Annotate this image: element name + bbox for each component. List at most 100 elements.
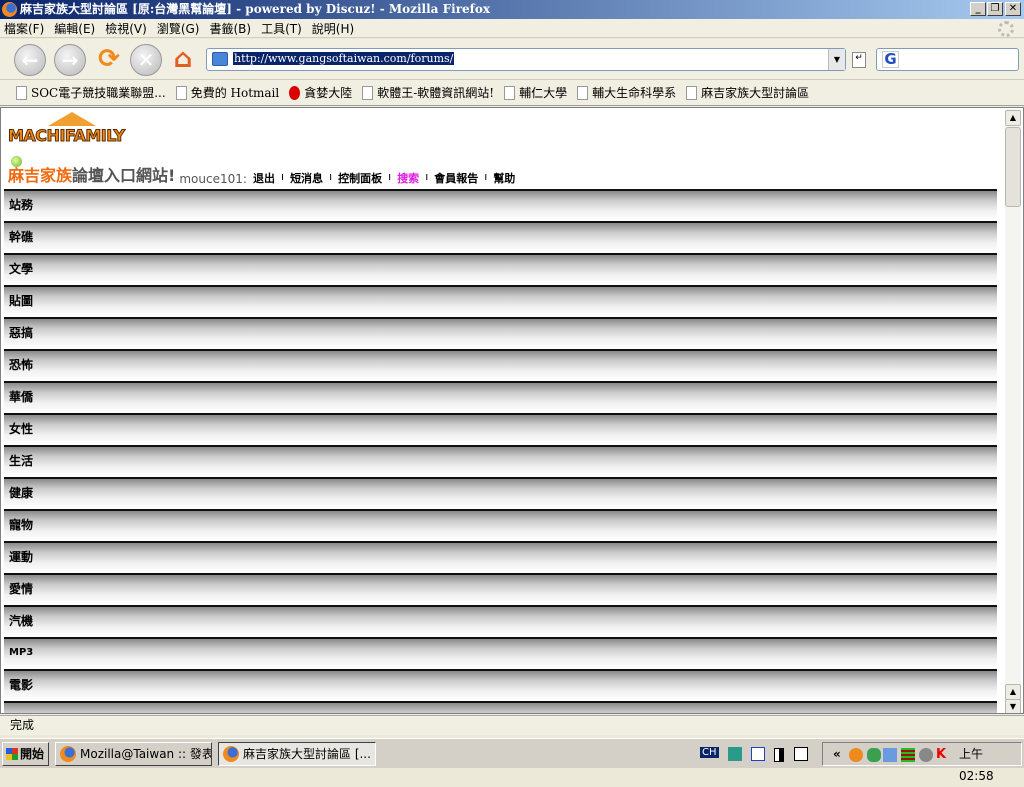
search-input[interactable]: G — [876, 48, 1019, 71]
bookmark-item[interactable]: 輔仁大學 — [504, 84, 567, 101]
go-button[interactable]: ↵ — [852, 52, 866, 68]
logout-link[interactable]: 退出 — [253, 170, 275, 186]
vertical-scrollbar[interactable]: ▲ ▲ ▼ — [1005, 109, 1021, 713]
category-row[interactable]: 生活 — [4, 445, 997, 477]
category-row[interactable]: 健康 — [4, 477, 997, 509]
bookmark-item[interactable]: 免費的 Hotmail — [175, 84, 279, 101]
google-search-icon[interactable]: G — [882, 51, 899, 68]
window-title: 麻吉家族大型討論區 [原:台灣黑幫論壇] - powered by Discuz… — [20, 2, 490, 16]
firefox-icon — [2, 2, 17, 17]
user-links: 退出 ı 短消息 ı 控制面板 ı 搜索 ı 會員報告 ı 幫助 — [253, 170, 516, 186]
logo-text: MACHIFAMILY — [8, 126, 126, 146]
menu-edit[interactable]: 編輯(E) — [54, 20, 95, 37]
url-bar[interactable]: http://www.gangsoftaiwan.com/forums/ ▼ — [206, 48, 846, 71]
ime-width-icon[interactable] — [774, 748, 784, 762]
menu-bookmarks[interactable]: 書籤(B) — [209, 20, 251, 37]
back-button[interactable]: ← — [14, 44, 46, 76]
stop-button[interactable]: ✕ — [130, 44, 162, 76]
bookmark-item[interactable]: 麻吉家族大型討論區 — [686, 84, 809, 101]
firefox-icon — [60, 746, 76, 762]
url-dropdown-button[interactable]: ▼ — [828, 49, 845, 70]
menu-view[interactable]: 檢視(V) — [105, 20, 147, 37]
taskbar-item-active[interactable]: 麻吉家族大型討論區 [... — [218, 742, 376, 766]
restore-button[interactable]: ❐ — [987, 2, 1003, 16]
title-bar: 麻吉家族大型討論區 [原:台灣黑幫論壇] - powered by Discuz… — [0, 0, 1024, 19]
start-button[interactable]: 開始 — [2, 742, 49, 766]
network-icon[interactable] — [883, 748, 897, 762]
category-row[interactable]: 電影 — [4, 669, 997, 701]
page-icon — [686, 85, 698, 100]
bookmark-item[interactable]: SOC電子競技職業聯盟... — [16, 84, 166, 101]
category-row[interactable]: 恐怖 — [4, 349, 997, 381]
taskbar: 開始 Mozilla@Taiwan :: 發表... 麻吉家族大型討論區 [..… — [0, 738, 1024, 783]
page-icon — [577, 85, 589, 100]
menu-help[interactable]: 說明(H) — [312, 20, 354, 37]
page-icon — [212, 52, 228, 66]
category-row[interactable]: 幹礁 — [4, 221, 997, 253]
category-row[interactable]: 貼圖 — [4, 285, 997, 317]
site-icon — [289, 85, 301, 100]
clock[interactable]: 上午 02:58 — [959, 743, 1021, 787]
bookmark-item[interactable]: 軟體王-軟體資訊網站! — [362, 84, 494, 101]
close-button[interactable]: ✕ — [1005, 2, 1021, 16]
bookmark-item[interactable]: 貪婪大陸 — [289, 84, 352, 101]
scroll-up-button-lower[interactable]: ▲ — [1005, 684, 1021, 700]
category-list: 站務 幹礁 文學 貼圖 惡搞 恐怖 華僑 女性 生活 健康 寵物 運動 愛情 汽… — [4, 189, 997, 713]
ime-indicator[interactable]: CH — [700, 747, 719, 758]
scroll-down-button[interactable]: ▼ — [1005, 699, 1021, 713]
scrollbar-thumb[interactable] — [1005, 127, 1021, 207]
member-report-link[interactable]: 會員報告 — [434, 170, 478, 186]
category-row[interactable]: 華僑 — [4, 381, 997, 413]
search-link[interactable]: 搜索 — [397, 170, 419, 186]
menu-go[interactable]: 瀏覽(G) — [157, 20, 200, 37]
control-panel-link[interactable]: 控制面板 — [338, 170, 382, 186]
meter-icon[interactable] — [901, 748, 915, 762]
firefox-icon — [223, 746, 239, 762]
windows-flag-icon — [6, 748, 18, 760]
category-row[interactable]: 愛情 — [4, 573, 997, 605]
menu-file[interactable]: 檔案(F) — [4, 20, 44, 37]
url-input[interactable]: http://www.gangsoftaiwan.com/forums/ — [233, 52, 455, 65]
category-row[interactable]: 惡搞 — [4, 317, 997, 349]
messages-link[interactable]: 短消息 — [290, 170, 323, 186]
status-text: 完成 — [10, 718, 35, 732]
category-row[interactable]: MP3 — [4, 637, 997, 669]
category-row[interactable]: 女性 — [4, 413, 997, 445]
system-tray: « K 上午 02:58 — [822, 742, 1022, 783]
minimize-button[interactable]: _ — [970, 2, 986, 16]
site-logo[interactable]: MACHIFAMILY — [8, 112, 126, 148]
portal-title-a: 麻吉家族 — [8, 166, 73, 185]
page-icon — [175, 85, 187, 100]
category-row[interactable]: 寵物 — [4, 509, 997, 541]
ime-pad-icon[interactable] — [794, 747, 808, 761]
show-hidden-icons-button[interactable]: « — [833, 743, 841, 765]
tray-app-icon[interactable] — [849, 748, 863, 762]
help-link[interactable]: 幫助 — [493, 170, 515, 186]
kaspersky-icon[interactable]: K — [936, 748, 950, 762]
reload-button[interactable]: ⟳ — [93, 44, 125, 76]
category-row[interactable]: 站務 — [4, 189, 997, 221]
page-content: MACHIFAMILY 麻吉家族 論壇入口網站! mouce101: 退出 ı 短… — [0, 107, 1024, 714]
category-row[interactable]: 汽機 — [4, 605, 997, 637]
home-button[interactable]: ⌂ — [167, 44, 199, 76]
page-icon — [504, 85, 516, 100]
category-row-partial[interactable] — [4, 701, 997, 713]
msn-icon[interactable] — [867, 748, 881, 762]
taskbar-item[interactable]: Mozilla@Taiwan :: 發表... — [55, 742, 212, 766]
category-row[interactable]: 文學 — [4, 253, 997, 285]
forward-button[interactable]: → — [54, 44, 86, 76]
page-icon — [362, 85, 374, 100]
portal-title-b: 論壇入口網站! — [72, 166, 176, 185]
ime-icon[interactable] — [728, 747, 742, 761]
logo-roof — [48, 112, 96, 126]
menu-tools[interactable]: 工具(T) — [261, 20, 302, 37]
menu-bar: 檔案(F) 編輯(E) 檢視(V) 瀏覽(G) 書籤(B) 工具(T) 說明(H… — [0, 19, 1024, 38]
bookmark-item[interactable]: 輔大生命科學系 — [577, 84, 676, 101]
username: mouce101: — [179, 172, 247, 186]
throbber-icon — [998, 21, 1014, 37]
page-icon — [16, 85, 27, 100]
category-row[interactable]: 運動 — [4, 541, 997, 573]
speaker-icon[interactable] — [919, 748, 933, 762]
scroll-up-button[interactable]: ▲ — [1005, 110, 1021, 126]
ime-mode-icon[interactable] — [751, 747, 765, 761]
